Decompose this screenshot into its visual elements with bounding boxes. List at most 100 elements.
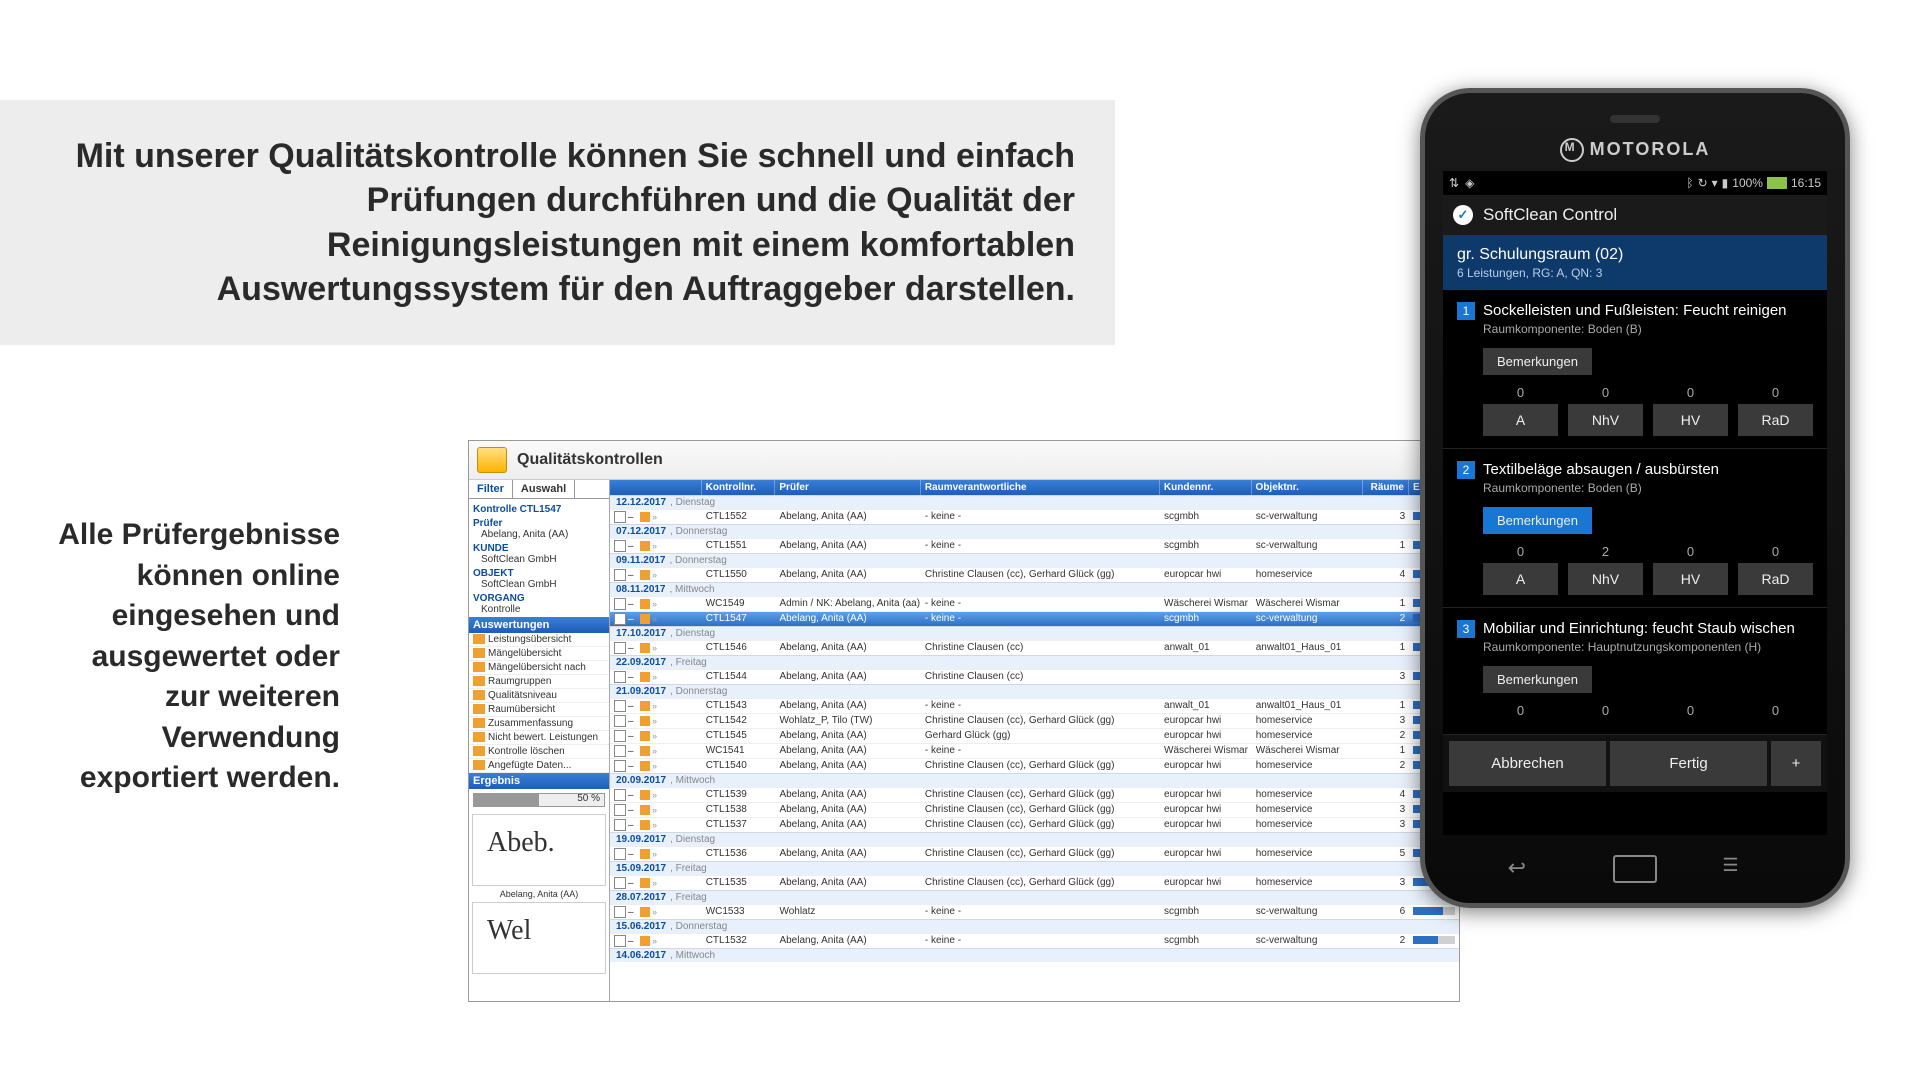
- remarks-button[interactable]: Bemerkungen: [1483, 666, 1592, 693]
- edit-icon[interactable]: [640, 731, 650, 741]
- rating-button[interactable]: NhV: [1568, 563, 1643, 595]
- auswertung-item[interactable]: Leistungsübersicht: [469, 633, 609, 647]
- rating-button[interactable]: A: [1483, 404, 1558, 436]
- edit-icon[interactable]: [640, 541, 650, 551]
- checkbox-icon[interactable]: [614, 906, 626, 918]
- edit-icon[interactable]: [640, 512, 650, 522]
- table-row[interactable]: – »CTL1542Wohlatz_P, Tilo (TW)Christine …: [610, 713, 1459, 728]
- home-button[interactable]: [1613, 855, 1657, 883]
- date-group-header[interactable]: 08.11.2017, Mittwoch: [610, 582, 1459, 596]
- table-row[interactable]: – »CTL1537Abelang, Anita (AA)Christine C…: [610, 817, 1459, 832]
- edit-icon[interactable]: [640, 849, 650, 859]
- remarks-button[interactable]: Bemerkungen: [1483, 348, 1592, 375]
- remarks-button[interactable]: Bemerkungen: [1483, 507, 1592, 534]
- table-row[interactable]: – »CTL1535Abelang, Anita (AA)Christine C…: [610, 875, 1459, 890]
- checkbox-icon[interactable]: [614, 540, 626, 552]
- auswertung-item[interactable]: Raumgruppen: [469, 675, 609, 689]
- table-row[interactable]: – »CTL1552Abelang, Anita (AA)- keine -sc…: [610, 509, 1459, 524]
- checkbox-icon[interactable]: [614, 598, 626, 610]
- auswertung-item[interactable]: Kontrolle löschen: [469, 745, 609, 759]
- edit-icon[interactable]: [640, 570, 650, 580]
- auswertung-item[interactable]: Raumübersicht: [469, 703, 609, 717]
- done-button[interactable]: Fertig: [1610, 741, 1767, 786]
- auswertung-item[interactable]: Mängelübersicht: [469, 647, 609, 661]
- date-group-header[interactable]: 22.09.2017, Freitag: [610, 655, 1459, 669]
- checkbox-icon[interactable]: [614, 745, 626, 757]
- table-row[interactable]: – »CTL1543Abelang, Anita (AA)- keine -an…: [610, 698, 1459, 713]
- checkbox-icon[interactable]: [614, 935, 626, 947]
- table-row[interactable]: – »CTL1539Abelang, Anita (AA)Christine C…: [610, 787, 1459, 802]
- edit-icon[interactable]: [640, 878, 650, 888]
- table-row[interactable]: – »CTL1532Abelang, Anita (AA)- keine -sc…: [610, 933, 1459, 948]
- edit-icon[interactable]: [640, 643, 650, 653]
- col-raeume[interactable]: Räume: [1363, 480, 1409, 495]
- rating-button[interactable]: HV: [1653, 404, 1728, 436]
- checkbox-icon[interactable]: [614, 804, 626, 816]
- edit-icon[interactable]: [640, 716, 650, 726]
- checkbox-icon[interactable]: [614, 730, 626, 742]
- table-row[interactable]: – »CTL1544Abelang, Anita (AA)Christine C…: [610, 669, 1459, 684]
- table-row[interactable]: – »CTL1546Abelang, Anita (AA)Christine C…: [610, 640, 1459, 655]
- table-row[interactable]: – »CTL1538Abelang, Anita (AA)Christine C…: [610, 802, 1459, 817]
- recent-button[interactable]: ☰: [1722, 855, 1762, 879]
- back-button[interactable]: ↩: [1508, 855, 1548, 879]
- checkbox-icon[interactable]: [614, 642, 626, 654]
- table-row[interactable]: – »CTL1540Abelang, Anita (AA)Christine C…: [610, 758, 1459, 773]
- table-row[interactable]: – »CTL1536Abelang, Anita (AA)Christine C…: [610, 846, 1459, 861]
- edit-icon[interactable]: [640, 907, 650, 917]
- cancel-button[interactable]: Abbrechen: [1449, 741, 1606, 786]
- table-row[interactable]: – »WC1533Wohlatz- keine -scgmbhsc-verwal…: [610, 904, 1459, 919]
- edit-icon[interactable]: [640, 614, 650, 624]
- date-group-header[interactable]: 09.11.2017, Donnerstag: [610, 553, 1459, 567]
- rating-button[interactable]: NhV: [1568, 404, 1643, 436]
- date-group-header[interactable]: 19.09.2017, Dienstag: [610, 832, 1459, 846]
- date-group-header[interactable]: 15.06.2017, Donnerstag: [610, 919, 1459, 933]
- checkbox-icon[interactable]: [614, 700, 626, 712]
- date-group-header[interactable]: 15.09.2017, Freitag: [610, 861, 1459, 875]
- col-kundennr[interactable]: Kundennr.: [1160, 480, 1252, 495]
- checkbox-icon[interactable]: [614, 671, 626, 683]
- rating-button[interactable]: A: [1483, 563, 1558, 595]
- tab-auswahl[interactable]: Auswahl: [513, 480, 575, 498]
- edit-icon[interactable]: [640, 790, 650, 800]
- checkbox-icon[interactable]: [614, 569, 626, 581]
- checkbox-icon[interactable]: [614, 789, 626, 801]
- table-row[interactable]: – »WC1541Abelang, Anita (AA)- keine -Wäs…: [610, 743, 1459, 758]
- auswertung-item[interactable]: Qualitätsniveau: [469, 689, 609, 703]
- table-row[interactable]: – »WC1549Admin / NK: Abelang, Anita (aa)…: [610, 596, 1459, 611]
- checkbox-icon[interactable]: [614, 760, 626, 772]
- date-group-header[interactable]: 12.12.2017, Dienstag: [610, 495, 1459, 509]
- table-row[interactable]: – »CTL1551Abelang, Anita (AA)- keine -sc…: [610, 538, 1459, 553]
- checkbox-icon[interactable]: [614, 848, 626, 860]
- auswertung-item[interactable]: Angefügte Daten...: [469, 759, 609, 773]
- date-group-header[interactable]: 14.06.2017, Mittwoch: [610, 948, 1459, 962]
- auswertung-item[interactable]: Zusammenfassung: [469, 717, 609, 731]
- edit-icon[interactable]: [640, 701, 650, 711]
- edit-icon[interactable]: [640, 820, 650, 830]
- date-group-header[interactable]: 28.07.2017, Freitag: [610, 890, 1459, 904]
- auswertung-item[interactable]: Nicht bewert. Leistungen: [469, 731, 609, 745]
- date-group-header[interactable]: 07.12.2017, Donnerstag: [610, 524, 1459, 538]
- col-kontrollnr[interactable]: Kontrollnr.: [702, 480, 776, 495]
- add-button[interactable]: +: [1771, 741, 1821, 786]
- edit-icon[interactable]: [640, 672, 650, 682]
- checkbox-icon[interactable]: [614, 613, 626, 625]
- date-group-header[interactable]: 21.09.2017, Donnerstag: [610, 684, 1459, 698]
- edit-icon[interactable]: [640, 805, 650, 815]
- edit-icon[interactable]: [640, 746, 650, 756]
- date-group-header[interactable]: 20.09.2017, Mittwoch: [610, 773, 1459, 787]
- col-objektnr[interactable]: Objektnr.: [1252, 480, 1364, 495]
- checkbox-icon[interactable]: [614, 715, 626, 727]
- checkbox-icon[interactable]: [614, 877, 626, 889]
- checkbox-icon[interactable]: [614, 819, 626, 831]
- table-row[interactable]: – »CTL1545Abelang, Anita (AA)Gerhard Glü…: [610, 728, 1459, 743]
- edit-icon[interactable]: [640, 936, 650, 946]
- edit-icon[interactable]: [640, 599, 650, 609]
- rating-button[interactable]: HV: [1653, 563, 1728, 595]
- col-raumverantwortliche[interactable]: Raumverantwortliche: [921, 480, 1160, 495]
- rating-button[interactable]: RaD: [1738, 404, 1813, 436]
- tab-filter[interactable]: Filter: [469, 480, 513, 498]
- edit-icon[interactable]: [640, 761, 650, 771]
- col-pruefer[interactable]: Prüfer: [775, 480, 920, 495]
- room-header[interactable]: gr. Schulungsraum (02) 6 Leistungen, RG:…: [1443, 236, 1827, 290]
